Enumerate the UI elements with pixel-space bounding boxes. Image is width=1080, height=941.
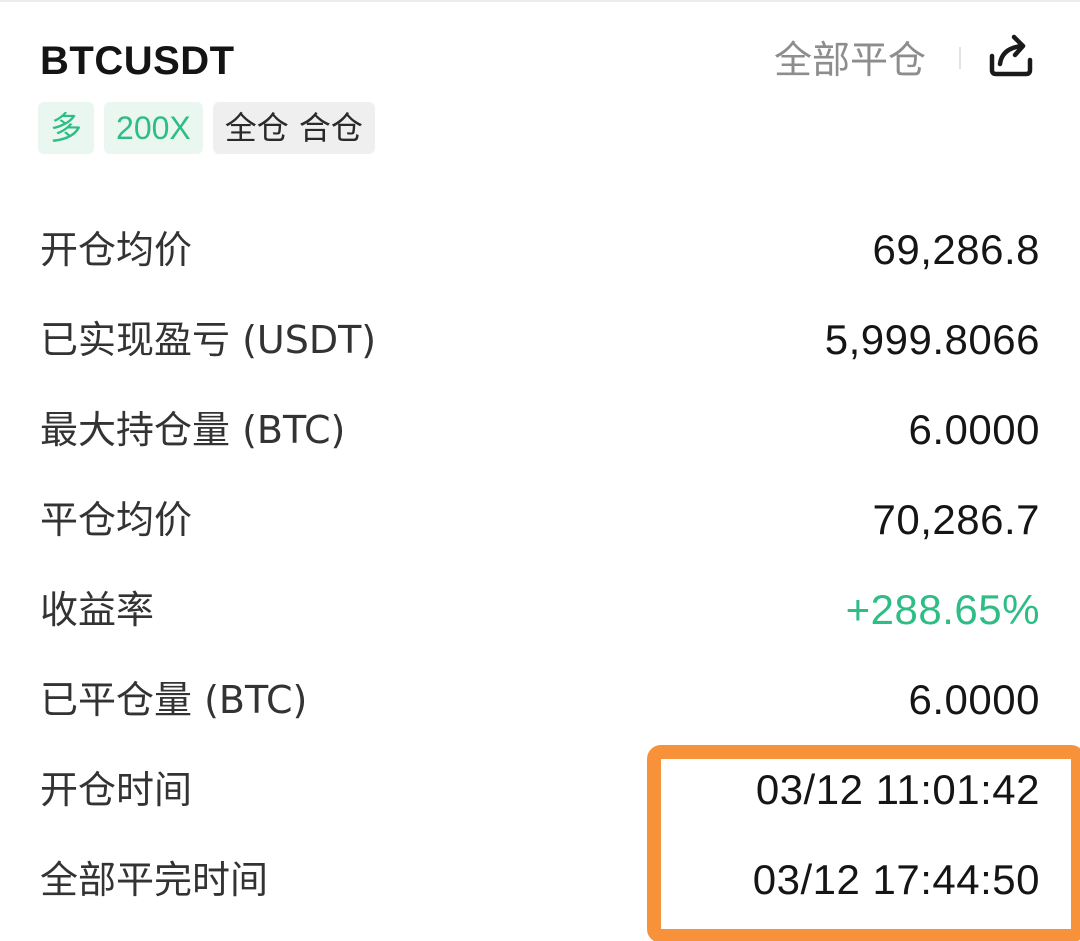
roi-value: +288.65% [845, 586, 1040, 633]
detail-row-open-price: 开仓均价 69,286.8 [40, 220, 1040, 280]
detail-label: 开仓时间 [40, 768, 193, 812]
detail-label: 收益率 [40, 588, 155, 632]
detail-label: 已平仓量 (BTC) [40, 678, 308, 722]
detail-label: 全部平完时间 [40, 858, 269, 902]
detail-value: 6.0000 [908, 406, 1040, 453]
detail-row-roi: 收益率 +288.65% [40, 580, 1040, 640]
detail-label: 开仓均价 [40, 228, 193, 272]
detail-label: 平仓均价 [40, 498, 193, 542]
detail-row-close-price: 平仓均价 70,286.7 [40, 490, 1040, 550]
detail-label: 最大持仓量 (BTC) [40, 408, 346, 452]
detail-value: 70,286.7 [872, 496, 1040, 543]
highlight-annotation-box [647, 745, 1080, 941]
share-icon[interactable] [984, 30, 1038, 82]
close-all-button[interactable]: 全部平仓 [774, 36, 926, 84]
detail-row-realized-pnl: 已实现盈亏 (USDT) 5,999.8066 [40, 310, 1040, 370]
margin-mode-tag: 全仓 合仓 [212, 102, 375, 154]
side-tag: 多 [38, 102, 95, 154]
detail-row-max-position: 最大持仓量 (BTC) 6.0000 [40, 400, 1040, 460]
header-divider [959, 47, 961, 69]
top-divider [0, 0, 1080, 2]
position-history-card: BTCUSDT 全部平仓 多 200X 全仓 合仓 开仓均价 69,286.8 … [0, 0, 1080, 941]
detail-value: 6.0000 [908, 676, 1040, 723]
symbol-title: BTCUSDT [40, 39, 235, 83]
detail-label: 已实现盈亏 (USDT) [40, 318, 377, 362]
detail-value: 5,999.8066 [824, 316, 1040, 363]
leverage-tag: 200X [104, 102, 203, 154]
detail-value: 69,286.8 [872, 226, 1040, 273]
position-tags: 多 200X 全仓 合仓 [38, 102, 375, 154]
detail-row-closed-amount: 已平仓量 (BTC) 6.0000 [40, 670, 1040, 730]
